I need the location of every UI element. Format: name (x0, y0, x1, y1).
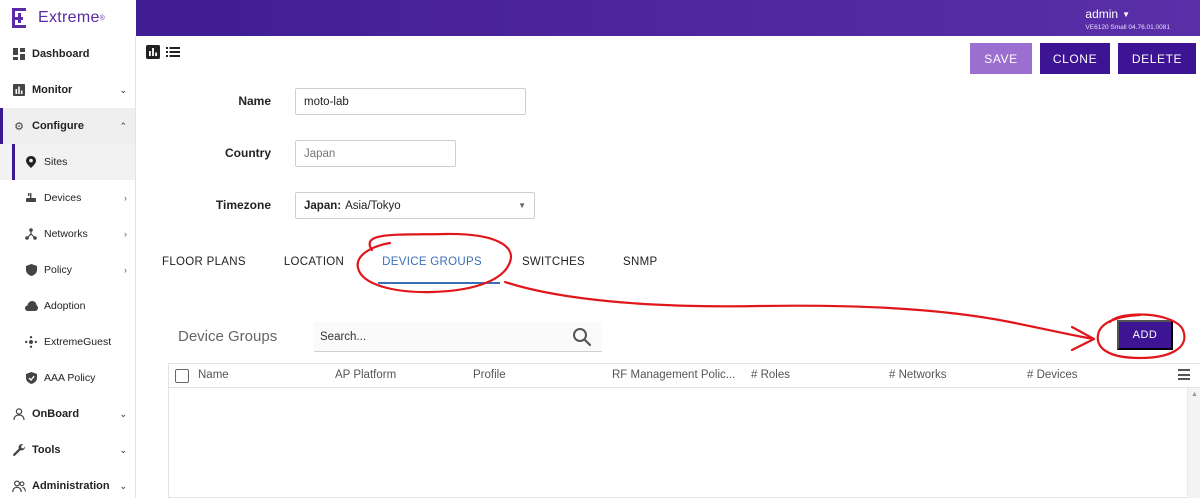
name-field[interactable]: moto-lab (295, 88, 526, 115)
name-label: Name (238, 94, 271, 108)
chevron-down-icon: ⌄ (119, 408, 127, 419)
sidebar: Dashboard Monitor ⌄ ⚙ Configure ⌃ Sites … (0, 36, 136, 498)
search-input[interactable]: Search... (314, 322, 602, 352)
tab-floor-plans[interactable]: FLOOR PLANS (162, 250, 246, 280)
cloud-icon (24, 299, 38, 313)
user-name: admin (1085, 7, 1119, 21)
table-header: Name AP Platform Profile RF Management P… (169, 364, 1200, 388)
sidebar-item-label: ExtremeGuest (44, 336, 112, 348)
timezone-prefix: Japan: (304, 199, 342, 212)
sidebar-item-label: OnBoard (32, 408, 80, 420)
sidebar-item-aaa-policy[interactable]: AAA Policy (0, 360, 135, 396)
sidebar-item-extremeguest[interactable]: ExtremeGuest (0, 324, 135, 360)
caret-down-icon: ▼ (518, 201, 526, 210)
sidebar-item-label: Tools (32, 444, 61, 456)
sidebar-item-label: Policy (44, 264, 73, 276)
list-view-icon[interactable] (166, 45, 180, 59)
sidebar-item-sites[interactable]: Sites (0, 144, 135, 180)
timezone-value: Asia/Tokyo (345, 199, 401, 212)
column-header-devices[interactable]: # Devices (1027, 369, 1078, 381)
brand-logo[interactable]: Extreme ® (0, 0, 136, 36)
column-header-rf-management-policy[interactable]: RF Management Polic... (612, 369, 735, 381)
column-header-roles[interactable]: # Roles (751, 369, 790, 381)
tab-location[interactable]: LOCATION (284, 250, 344, 280)
sidebar-item-policy[interactable]: Policy › (0, 252, 135, 288)
search-icon[interactable] (572, 327, 592, 347)
save-button[interactable]: SAVE (970, 43, 1032, 74)
sidebar-item-devices[interactable]: Devices › (0, 180, 135, 216)
version-text: VE6120 Small 04.76.01.0081 (1085, 24, 1170, 31)
user-icon (12, 407, 26, 421)
sidebar-item-label: Dashboard (32, 48, 90, 60)
add-button[interactable]: ADD (1117, 320, 1173, 350)
sidebar-item-tools[interactable]: Tools ⌄ (0, 432, 135, 468)
guest-icon (24, 335, 38, 349)
view-toggle (146, 45, 180, 59)
sidebar-item-label: AAA Policy (44, 372, 96, 384)
chevron-down-icon: ⌄ (119, 480, 127, 491)
extreme-logo-icon (12, 8, 32, 28)
gear-icon: ⚙ (14, 120, 24, 133)
column-header-name[interactable]: Name (198, 369, 229, 381)
caret-down-icon: ▼ (1122, 9, 1131, 19)
site-tabs: FLOOR PLANS LOCATION DEVICE GROUPS SWITC… (162, 250, 695, 284)
top-bar: Extreme ® admin ▼ VE6120 Small 04.76.01.… (0, 0, 1200, 36)
device-icon (24, 191, 38, 205)
timezone-label: Timezone (215, 198, 271, 212)
sidebar-item-administration[interactable]: Administration ⌄ (0, 468, 135, 498)
scroll-up-icon[interactable]: ▲ (1191, 391, 1198, 398)
table-scrollbar[interactable]: ▲ (1187, 388, 1200, 498)
brand-name: Extreme (38, 9, 100, 26)
chevron-right-icon: › (124, 193, 127, 203)
clone-button[interactable]: CLONE (1040, 43, 1110, 74)
sidebar-item-onboard[interactable]: OnBoard ⌄ (0, 396, 135, 432)
brand-trademark: ® (99, 14, 105, 22)
sidebar-item-label: Monitor (32, 84, 73, 96)
device-groups-title: Device Groups (178, 328, 278, 345)
wrench-icon (12, 443, 26, 457)
sidebar-item-adoption[interactable]: Adoption (0, 288, 135, 324)
users-icon (12, 479, 26, 493)
user-menu[interactable]: admin ▼ VE6120 Small 04.76.01.0081 (1085, 7, 1170, 31)
chevron-right-icon: › (124, 229, 127, 239)
sidebar-item-dashboard[interactable]: Dashboard (0, 36, 135, 72)
sidebar-item-label: Sites (44, 156, 68, 168)
tab-snmp[interactable]: SNMP (623, 250, 657, 280)
chart-icon (12, 83, 26, 97)
shield-check-icon (24, 371, 38, 385)
chevron-right-icon: › (124, 265, 127, 275)
tab-switches[interactable]: SWITCHES (522, 250, 585, 280)
tab-device-groups[interactable]: DEVICE GROUPS (378, 250, 500, 284)
sidebar-item-monitor[interactable]: Monitor ⌄ (0, 72, 135, 108)
chevron-up-icon: ⌃ (119, 120, 127, 131)
column-header-networks[interactable]: # Networks (889, 369, 947, 381)
sidebar-item-label: Administration (32, 480, 110, 492)
chevron-down-icon: ⌄ (119, 444, 127, 455)
location-pin-icon (24, 155, 38, 169)
column-menu-icon[interactable] (1178, 369, 1190, 381)
sidebar-item-label: Adoption (44, 300, 86, 312)
sidebar-item-networks[interactable]: Networks › (0, 216, 135, 252)
column-header-ap-platform[interactable]: AP Platform (335, 369, 396, 381)
sidebar-item-label: Devices (44, 192, 82, 204)
main-content: SAVE CLONE DELETE Name moto-lab Country … (136, 36, 1200, 498)
timezone-select[interactable]: Japan: Asia/Tokyo ▼ (295, 192, 535, 219)
column-header-profile[interactable]: Profile (473, 369, 506, 381)
chevron-down-icon: ⌄ (119, 84, 127, 95)
country-field[interactable]: Japan (295, 140, 456, 167)
sidebar-item-label: Configure (32, 120, 84, 132)
sidebar-item-configure[interactable]: ⚙ Configure ⌃ (0, 108, 135, 144)
dashboard-icon (12, 47, 26, 61)
network-icon (24, 227, 38, 241)
country-label: Country (225, 146, 271, 160)
select-all-checkbox[interactable] (175, 369, 189, 383)
device-groups-table: Name AP Platform Profile RF Management P… (168, 363, 1200, 498)
sidebar-item-label: Networks (44, 228, 88, 240)
shield-icon (24, 263, 38, 277)
chart-view-icon[interactable] (146, 45, 160, 59)
delete-button[interactable]: DELETE (1118, 43, 1196, 74)
